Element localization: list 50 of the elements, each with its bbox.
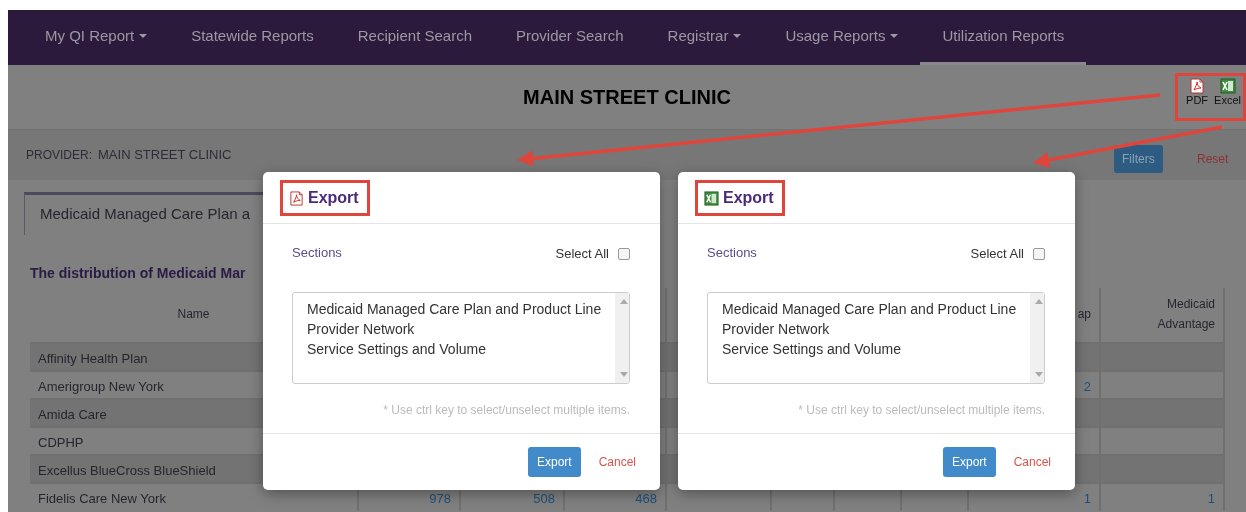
nav-link[interactable]: Usage Reports xyxy=(763,10,921,65)
provider-name: MAIN STREET CLINIC xyxy=(98,146,232,165)
spreadsheet-icon xyxy=(1219,78,1236,94)
select-all-label: Select All xyxy=(970,245,1024,263)
nav-link[interactable]: Recipient Search xyxy=(335,10,494,65)
cancel-link[interactable]: Cancel xyxy=(598,452,636,471)
table-cell: 1 xyxy=(1207,490,1215,506)
export-button[interactable]: PDF xyxy=(1186,78,1209,118)
sections-label: Sections xyxy=(292,244,342,262)
column-header[interactable]: Medicaid Advantage xyxy=(1153,295,1215,334)
scrollbar[interactable] xyxy=(615,293,629,383)
checkbox[interactable] xyxy=(1033,247,1045,260)
list-option[interactable]: Medicaid Managed Care Plan and Product Line xyxy=(722,299,1017,319)
sections-listbox[interactable]: Medicaid Managed Care Plan and Product Line Provider Network Service Settings and Volume xyxy=(707,292,1045,384)
pdf-file-icon xyxy=(289,190,304,206)
nav-link[interactable]: Statewide Reports xyxy=(169,10,336,65)
column-header[interactable]: Name xyxy=(177,306,210,321)
nav-link[interactable]: Provider Search xyxy=(494,10,646,65)
list-option[interactable]: Provider Network xyxy=(307,319,602,339)
export-button[interactable]: Export xyxy=(527,446,581,477)
list-option[interactable]: Service Settings and Volume xyxy=(722,339,1017,359)
list-option[interactable]: Medicaid Managed Care Plan and Product Line xyxy=(307,299,602,319)
sections-listbox[interactable]: Medicaid Managed Care Plan and Product Line Provider Network Service Settings and Volume xyxy=(292,292,630,384)
export-button[interactable]: Excel xyxy=(1214,78,1241,118)
pdf-file-icon xyxy=(1189,78,1206,94)
table-cell: 508 xyxy=(533,490,555,506)
export-button[interactable]: Export xyxy=(942,446,996,477)
caret-icon xyxy=(733,34,742,38)
hint-text: * Use ctrl key to select/unselect multiple items. xyxy=(797,402,1045,419)
provider-label: PROVIDER: xyxy=(26,147,92,164)
table-cell: 468 xyxy=(635,490,657,506)
spreadsheet-icon xyxy=(704,190,719,206)
nav-link[interactable]: Registrar xyxy=(645,10,764,65)
dialog-title: Export xyxy=(308,188,359,208)
scrollbar[interactable] xyxy=(1030,293,1044,383)
hint-text: * Use ctrl key to select/unselect multiple items. xyxy=(382,402,630,419)
page-title: MAIN STREET CLINIC xyxy=(523,85,731,110)
table-cell: 2 xyxy=(1083,378,1091,394)
caret-icon xyxy=(139,34,148,38)
table-cell: 1 xyxy=(1083,490,1091,506)
cancel-link[interactable]: Cancel xyxy=(1013,452,1051,471)
table-heading: The distribution of Medicaid Mar xyxy=(30,263,247,283)
dialog-title: Export xyxy=(723,188,774,208)
sections-label: Sections xyxy=(707,244,757,262)
table-cell: 978 xyxy=(429,490,451,506)
caret-icon xyxy=(890,34,899,38)
list-option[interactable]: Provider Network xyxy=(722,319,1017,339)
select-all-label: Select All xyxy=(555,245,609,263)
nav-link[interactable]: My QI Report xyxy=(23,10,170,65)
checkbox[interactable] xyxy=(618,247,630,260)
